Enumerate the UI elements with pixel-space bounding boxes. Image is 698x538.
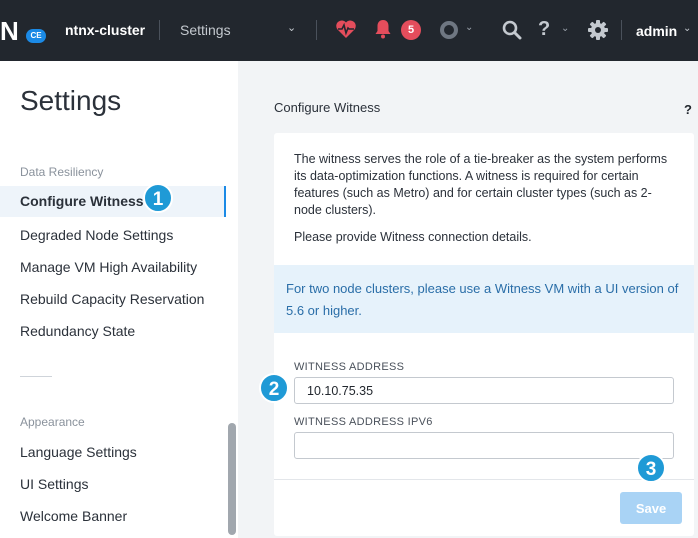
ce-badge: CE bbox=[26, 29, 46, 43]
footer-divider bbox=[274, 479, 694, 480]
sidebar-item-welcome-banner[interactable]: Welcome Banner bbox=[20, 508, 127, 524]
top-navigation-bar: N CE ntnx-cluster Settings ⌄ 5 ⌄ ? ⌄ adm… bbox=[0, 0, 698, 61]
divider bbox=[621, 20, 622, 40]
search-icon[interactable] bbox=[502, 20, 522, 40]
section-label-data-resiliency: Data Resiliency bbox=[20, 165, 104, 179]
divider bbox=[316, 20, 317, 40]
section-label-appearance: Appearance bbox=[20, 415, 85, 429]
logo-mark: N bbox=[0, 16, 19, 46]
page-title: Configure Witness bbox=[274, 100, 381, 115]
step-marker-1: 1 bbox=[143, 183, 173, 213]
sidebar-title: Settings bbox=[20, 85, 122, 116]
witness-address-ipv6-input[interactable] bbox=[294, 432, 674, 459]
witness-instruction: Please provide Witness connection detail… bbox=[294, 230, 532, 244]
sidebar-item-configure-witness[interactable]: Configure Witness bbox=[0, 186, 226, 217]
health-icon[interactable] bbox=[335, 18, 357, 40]
witness-address-ipv6-label: WITNESS ADDRESS IPV6 bbox=[294, 416, 433, 428]
bell-icon[interactable] bbox=[374, 19, 392, 39]
sidebar-item-manage-vm-high-availability[interactable]: Manage VM High Availability bbox=[20, 259, 197, 275]
cluster-name[interactable]: ntnx-cluster bbox=[65, 22, 145, 38]
help-icon[interactable]: ? bbox=[538, 18, 550, 41]
gear-icon[interactable] bbox=[588, 20, 608, 40]
main-content: Configure Witness ? The witness serves t… bbox=[238, 61, 698, 538]
sidebar-item-rebuild-capacity-reservation[interactable]: Rebuild Capacity Reservation bbox=[20, 291, 204, 307]
settings-sidebar: Settings Data Resiliency Configure Witne… bbox=[0, 61, 238, 538]
sidebar-scrollbar[interactable] bbox=[228, 423, 236, 535]
witness-description: The witness serves the role of a tie-bre… bbox=[294, 152, 668, 217]
nutanix-logo[interactable]: N CE bbox=[0, 18, 48, 44]
chevron-down-icon[interactable]: ⌄ bbox=[465, 22, 473, 33]
chevron-down-icon[interactable]: ⌄ bbox=[287, 21, 296, 34]
step-marker-2: 2 bbox=[259, 373, 289, 403]
chevron-down-icon[interactable]: ⌄ bbox=[683, 23, 691, 34]
chevron-down-icon[interactable]: ⌄ bbox=[561, 23, 569, 34]
section-divider bbox=[20, 376, 52, 377]
sidebar-item-ui-settings[interactable]: UI Settings bbox=[20, 476, 88, 492]
alert-count-badge[interactable]: 5 bbox=[401, 20, 421, 40]
divider bbox=[159, 20, 160, 40]
task-icon[interactable] bbox=[440, 21, 458, 39]
witness-address-input[interactable] bbox=[294, 377, 674, 404]
witness-address-label: WITNESS ADDRESS bbox=[294, 361, 405, 373]
configure-witness-panel: The witness serves the role of a tie-bre… bbox=[274, 133, 694, 536]
save-button[interactable]: Save bbox=[620, 492, 682, 524]
info-banner: For two node clusters, please use a Witn… bbox=[274, 265, 694, 333]
user-menu[interactable]: admin bbox=[636, 23, 677, 39]
help-icon[interactable]: ? bbox=[684, 102, 692, 117]
sidebar-item-redundancy-state[interactable]: Redundancy State bbox=[20, 323, 135, 339]
sidebar-item-degraded-node-settings[interactable]: Degraded Node Settings bbox=[20, 227, 173, 243]
sidebar-item-language-settings[interactable]: Language Settings bbox=[20, 444, 137, 460]
main-menu-dropdown[interactable]: Settings bbox=[180, 22, 231, 38]
step-marker-3: 3 bbox=[636, 453, 666, 483]
